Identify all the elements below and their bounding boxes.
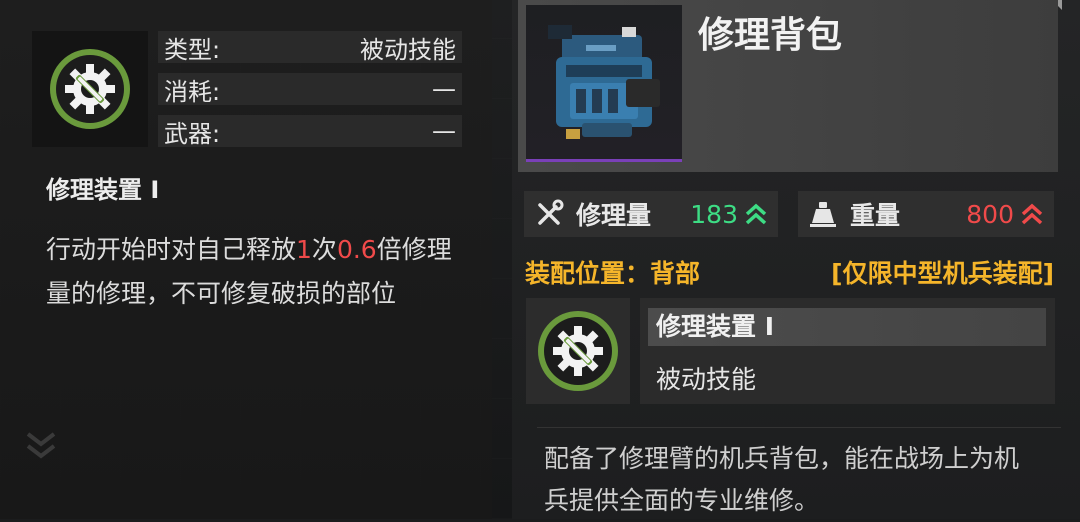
skill-icon-frame	[32, 31, 148, 147]
skill-card-type: 被动技能	[656, 365, 757, 394]
stat-value: —	[432, 75, 456, 103]
stat-value: 被动技能	[360, 35, 456, 64]
repair-gear-icon	[538, 311, 618, 391]
weight-value: 800	[966, 199, 1014, 229]
repair-label: 修理量	[576, 201, 652, 230]
divider	[537, 427, 1061, 428]
skill-title: 修理装置 Ⅰ	[46, 176, 160, 204]
equip-limit: [仅限中型机兵装配]	[831, 259, 1054, 288]
stat-row-cost: 消耗: —	[158, 73, 462, 106]
stat-label: 消耗:	[164, 77, 221, 106]
item-name: 修理背包	[698, 15, 843, 56]
desc-multiplier: 0.6	[336, 235, 377, 264]
scroll-chevron-icon	[24, 428, 58, 462]
stat-value: —	[432, 117, 456, 145]
weight-stat: 重量 800	[798, 191, 1054, 237]
repair-value: 183	[690, 199, 738, 229]
equip-position: 装配位置：背部	[525, 259, 701, 288]
item-description: 配备了修理臂的机兵背包，能在战场上为机兵提供全面的专业维修。	[544, 444, 1020, 515]
stat-row-type: 类型: 被动技能	[158, 31, 462, 64]
desc-count: 1	[296, 235, 312, 264]
repair-gear-icon	[50, 49, 130, 129]
double-chevron-up-icon	[745, 203, 767, 225]
backpack-icon	[548, 25, 660, 139]
skill-description: 行动开始时对自己释放1次0.6倍修理量的修理，不可修复破损的部位	[46, 228, 466, 316]
wrench-screwdriver-icon	[538, 199, 564, 225]
skill-card-icon-frame[interactable]	[526, 298, 630, 404]
skill-card-title: 修理装置 Ⅰ	[648, 308, 1046, 346]
double-chevron-down-icon	[26, 432, 56, 459]
desc-text: 次	[311, 235, 337, 264]
stat-label: 类型:	[164, 35, 221, 64]
weight-label: 重量	[850, 201, 901, 230]
skill-detail-panel: 类型: 被动技能 消耗: — 武器: — 修理装置 Ⅰ 行动开始时对自己释放1次…	[0, 0, 492, 519]
desc-text: 行动开始时对自己释放	[46, 235, 297, 264]
stat-label: 武器:	[164, 119, 221, 148]
double-chevron-up-icon	[1021, 203, 1043, 225]
weight-icon	[810, 202, 836, 227]
stat-row-weapon: 武器: —	[158, 115, 462, 148]
item-image	[526, 5, 682, 162]
repair-stat: 修理量 183	[524, 191, 778, 237]
